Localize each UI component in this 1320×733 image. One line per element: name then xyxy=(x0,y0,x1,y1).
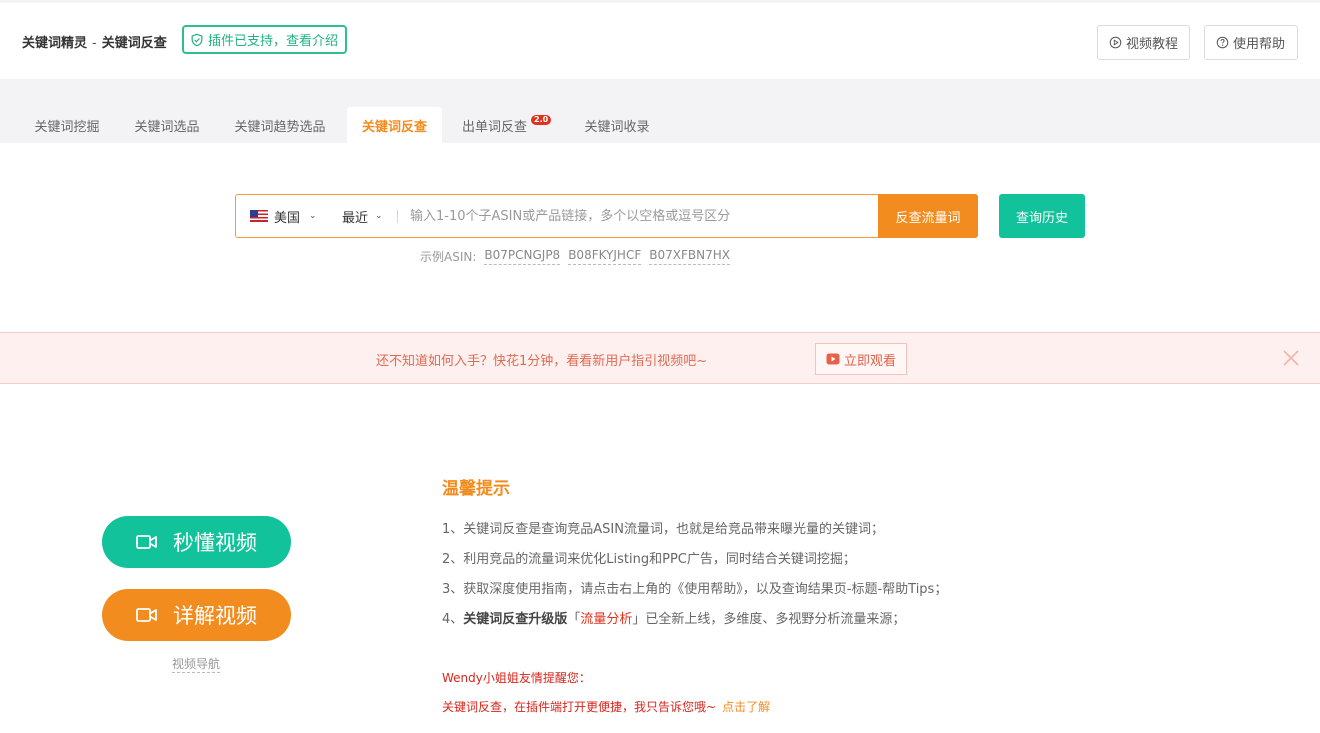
reminder-title: Wendy小姐姐友情提醒您： xyxy=(442,671,591,685)
detail-video-button[interactable]: 详解视频 xyxy=(102,589,291,641)
watch-now-button[interactable]: 立即观看 xyxy=(815,343,907,375)
plugin-support-badge[interactable]: 插件已支持，查看介绍 xyxy=(182,25,348,54)
tip-bold: 关键词反查升级版 xyxy=(463,612,568,627)
play-circle-icon xyxy=(1109,36,1122,49)
guide-notice-bar: 还不知道如何入手？快花1分钟，看看新用户指引视频吧~ 立即观看 xyxy=(0,332,1320,384)
country-value: 美国 xyxy=(274,210,301,226)
learn-more-link[interactable]: 点击了解 xyxy=(722,700,770,714)
video-camera-icon xyxy=(136,535,157,549)
tip-item: 3、获取深度使用指南，请点击右上角的《使用帮助》，以及查询结果页-标题-帮助Ti… xyxy=(442,582,948,597)
bracket-open: 「 xyxy=(567,612,581,627)
period-value: 最近 xyxy=(342,210,369,226)
example-asin-link[interactable]: B07XFBN7HX xyxy=(649,248,730,265)
video-tutorial-label: 视频教程 xyxy=(1126,37,1179,52)
tip-suffix: 已全新上线，多维度、多视野分析流量来源； xyxy=(645,612,906,627)
divider xyxy=(397,210,398,223)
close-icon[interactable] xyxy=(1282,349,1300,367)
tab-bar: 关键词挖掘 关键词选品 关键词趋势选品 关键词反查 出单词反查 2.0 关键词收录 xyxy=(0,79,1320,143)
asin-input[interactable] xyxy=(410,200,870,232)
tip-item: 4、关键词反查升级版「流量分析」已全新上线，多维度、多视野分析流量来源； xyxy=(442,608,905,627)
example-label: 示例ASIN: xyxy=(420,250,477,264)
example-asin-link[interactable]: B07PCNGJP8 xyxy=(484,248,561,265)
quick-video-button[interactable]: 秒懂视频 xyxy=(102,516,291,568)
plugin-badge-label: 插件已支持，查看介绍 xyxy=(208,34,339,49)
tab-keyword-index[interactable]: 关键词收录 xyxy=(584,107,650,143)
example-asin-link[interactable]: B08FKYJHCF xyxy=(568,248,642,265)
reminder-body: 关键词反查，在插件端打开更便捷，我只告诉您哦~ xyxy=(442,700,717,714)
tip-number: 4、 xyxy=(442,612,464,627)
video-tutorial-button[interactable]: 视频教程 xyxy=(1097,25,1190,60)
video-nav-link[interactable]: 视频导航 xyxy=(172,655,221,673)
bracket-close: 」 xyxy=(632,612,646,627)
tips-title: 温馨提示 xyxy=(442,479,510,499)
watch-now-label: 立即观看 xyxy=(843,353,896,369)
app-name: 关键词精灵 xyxy=(22,36,88,51)
us-flag-icon xyxy=(250,210,268,222)
tab-label: 出单词反查 xyxy=(462,119,528,135)
video-play-icon xyxy=(826,353,840,365)
tab-label: 关键词选品 xyxy=(134,119,200,135)
tab-label: 关键词收录 xyxy=(584,119,650,135)
tab-keyword-trend[interactable]: 关键词趋势选品 xyxy=(234,107,326,143)
tab-label: 关键词挖掘 xyxy=(34,119,100,135)
question-circle-icon xyxy=(1216,36,1229,49)
tab-keyword-mining[interactable]: 关键词挖掘 xyxy=(34,107,100,143)
traffic-analysis-link[interactable]: 流量分析 xyxy=(580,612,632,627)
tab-label: 关键词反查 xyxy=(361,119,427,135)
quick-video-label: 秒懂视频 xyxy=(173,531,257,555)
chevron-down-icon: ⌄ xyxy=(309,211,317,221)
tab-keyword-reverse[interactable]: 关键词反查 xyxy=(347,107,442,143)
country-select[interactable]: 美国 ⌄ xyxy=(250,195,317,237)
reminder-text: 关键词反查，在插件端打开更便捷，我只告诉您哦~ 点击了解 xyxy=(442,698,770,715)
page-title: 关键词精灵 - 关键词反查 xyxy=(22,32,167,51)
help-button[interactable]: 使用帮助 xyxy=(1204,25,1298,60)
search-bar: 美国 ⌄ 最近 ⌄ 反查流量词 xyxy=(235,194,978,238)
tab-label: 关键词趋势选品 xyxy=(234,119,326,135)
tip-item: 1、关键词反查是查询竞品ASIN流量词，也就是给竞品带来曝光量的关键词； xyxy=(442,522,884,537)
detail-video-label: 详解视频 xyxy=(173,604,257,628)
notice-text: 还不知道如何入手？快花1分钟，看看新用户指引视频吧~ xyxy=(376,354,708,369)
tip-item: 2、利用竞品的流量词来优化Listing和PPC广告，同时结合关键词挖掘； xyxy=(442,552,856,567)
tab-keyword-product[interactable]: 关键词选品 xyxy=(134,107,200,143)
chevron-down-icon: ⌄ xyxy=(375,211,383,221)
top-header: 关键词精灵 - 关键词反查 插件已支持，查看介绍 视频教程 使用帮助 xyxy=(0,0,1320,79)
video-camera-icon xyxy=(136,608,157,622)
shield-check-icon xyxy=(191,33,203,46)
module-name: 关键词反查 xyxy=(101,36,167,51)
example-asins: 示例ASIN: B07PCNGJP8 B08FKYJHCF B07XFBN7HX xyxy=(420,248,730,265)
reverse-search-button[interactable]: 反查流量词 xyxy=(878,194,978,238)
period-select[interactable]: 最近 ⌄ xyxy=(342,195,383,237)
query-history-button[interactable]: 查询历史 xyxy=(999,194,1085,238)
version-badge: 2.0 xyxy=(531,115,552,125)
help-label: 使用帮助 xyxy=(1233,37,1286,52)
title-separator: - xyxy=(92,36,97,51)
tab-order-keyword-reverse[interactable]: 出单词反查 2.0 xyxy=(462,107,552,143)
